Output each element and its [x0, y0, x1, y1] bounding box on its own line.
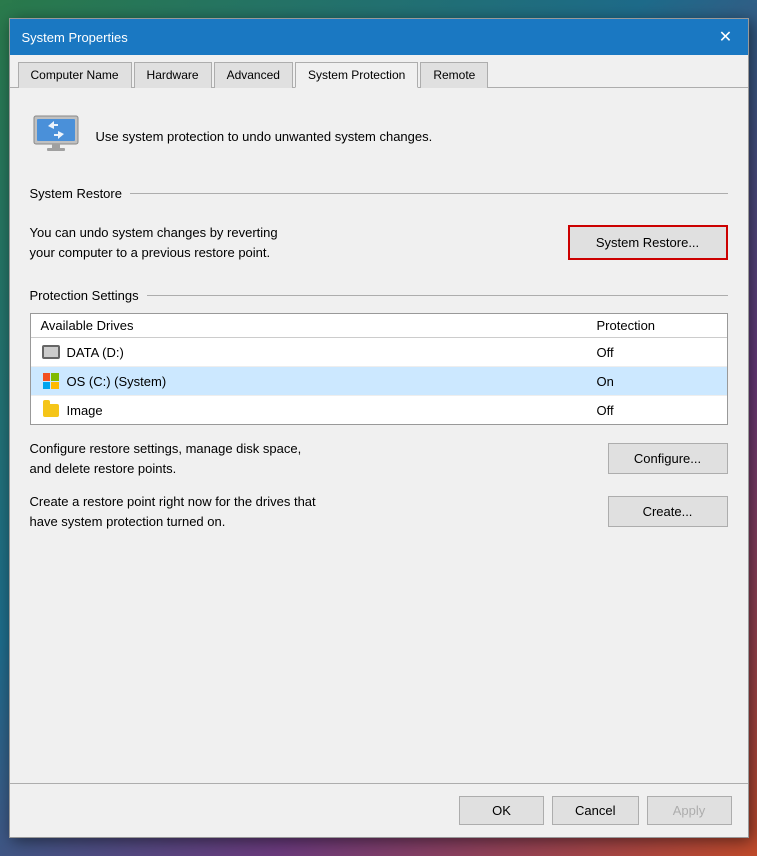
drive-name-os-c: OS (C:) (System)	[67, 374, 597, 389]
system-restore-button[interactable]: System Restore...	[568, 225, 728, 260]
close-button[interactable]: ✕	[716, 27, 736, 47]
drive-row-data-d[interactable]: DATA (D:) Off	[31, 338, 727, 367]
col-header-drive: Available Drives	[41, 318, 597, 333]
protection-section: Protection Settings Available Drives Pro…	[30, 284, 728, 425]
drives-table-header: Available Drives Protection	[31, 314, 727, 338]
computer-icon	[30, 110, 82, 162]
system-restore-description: You can undo system changes by reverting…	[30, 223, 278, 262]
section-divider	[130, 193, 728, 194]
create-button[interactable]: Create...	[608, 496, 728, 527]
tab-advanced[interactable]: Advanced	[214, 62, 293, 88]
apply-button[interactable]: Apply	[647, 796, 732, 825]
configure-button[interactable]: Configure...	[608, 443, 728, 474]
info-text: Use system protection to undo unwanted s…	[96, 129, 433, 144]
ok-button[interactable]: OK	[459, 796, 544, 825]
hdd-icon	[41, 342, 61, 362]
drive-row-os-c[interactable]: OS (C:) (System) On	[31, 367, 727, 396]
create-row: Create a restore point right now for the…	[30, 492, 728, 531]
tab-hardware[interactable]: Hardware	[134, 62, 212, 88]
tab-computer-name[interactable]: Computer Name	[18, 62, 132, 88]
tabs-container: Computer Name Hardware Advanced System P…	[10, 55, 748, 88]
system-restore-title: System Restore	[30, 186, 122, 201]
drive-name-data-d: DATA (D:)	[67, 345, 597, 360]
info-row: Use system protection to undo unwanted s…	[30, 104, 728, 168]
col-header-protection: Protection	[597, 318, 717, 333]
protection-settings-header: Protection Settings	[30, 288, 728, 303]
protection-settings-title: Protection Settings	[30, 288, 139, 303]
drive-protection-image: Off	[597, 403, 717, 418]
configure-row: Configure restore settings, manage disk …	[30, 439, 728, 478]
section-divider-2	[147, 295, 728, 296]
system-restore-row: You can undo system changes by reverting…	[30, 215, 728, 270]
windows-icon	[41, 371, 61, 391]
configure-text: Configure restore settings, manage disk …	[30, 439, 592, 478]
system-properties-dialog: System Properties ✕ Computer Name Hardwa…	[9, 18, 749, 838]
tab-content: Use system protection to undo unwanted s…	[10, 88, 748, 783]
drive-name-image: Image	[67, 403, 597, 418]
system-restore-header: System Restore	[30, 186, 728, 201]
create-text: Create a restore point right now for the…	[30, 492, 592, 531]
drive-row-image[interactable]: Image Off	[31, 396, 727, 424]
drives-table: Available Drives Protection DATA (D:) Of…	[30, 313, 728, 425]
tab-system-protection[interactable]: System Protection	[295, 62, 418, 88]
dialog-footer: OK Cancel Apply	[10, 783, 748, 837]
tab-remote[interactable]: Remote	[420, 62, 488, 88]
drive-protection-os-c: On	[597, 374, 717, 389]
cancel-button[interactable]: Cancel	[552, 796, 638, 825]
folder-icon	[41, 400, 61, 420]
dialog-title: System Properties	[22, 30, 128, 45]
title-bar: System Properties ✕	[10, 19, 748, 55]
drive-protection-data-d: Off	[597, 345, 717, 360]
